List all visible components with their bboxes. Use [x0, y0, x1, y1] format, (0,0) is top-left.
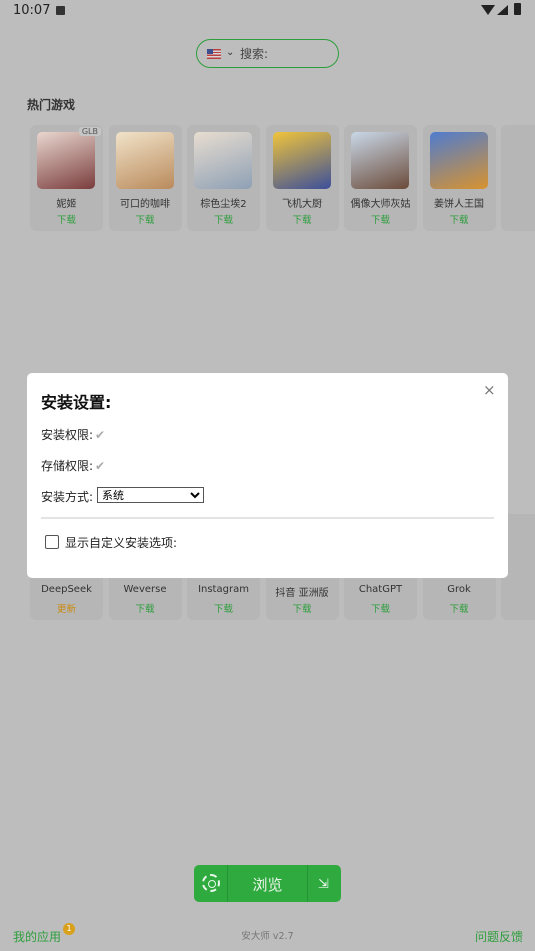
game-thumbnail[interactable] [194, 132, 252, 189]
custom-options-label: 显示自定义安装选项: [65, 536, 178, 550]
wifi-icon [481, 5, 495, 15]
storage-permission-label: 存储权限: [41, 459, 94, 473]
game-name: 妮姬 [56, 199, 77, 210]
battery-icon [514, 3, 521, 15]
check-icon: ✔ [95, 428, 106, 442]
game-thumbnail[interactable] [272, 132, 331, 189]
download-button[interactable]: 下载 [344, 212, 417, 226]
download-button[interactable]: 下载 [423, 601, 496, 615]
update-button[interactable]: 更新 [30, 601, 103, 615]
download-button[interactable]: 下载 [423, 212, 496, 226]
hot-games-title: 热门游戏 [27, 98, 76, 112]
game-card[interactable] [501, 125, 535, 231]
divider [41, 517, 494, 519]
download-button[interactable]: 下载 [344, 601, 417, 615]
browse-label[interactable]: 浏览 [228, 874, 307, 895]
check-icon: ✔ [95, 459, 106, 473]
game-name: 棕色尘埃2 [200, 199, 247, 210]
app-name: Instagram [198, 584, 249, 595]
chevron-down-icon[interactable]: ⌄ [226, 47, 234, 58]
game-name: 姜饼人王国 [434, 199, 484, 210]
download-button[interactable]: 下载 [266, 212, 339, 226]
gear-icon[interactable] [202, 874, 220, 892]
install-permission-row: 安装权限: ✔ [41, 426, 105, 443]
game-thumbnail[interactable] [429, 132, 488, 189]
game-card[interactable]: 姜饼人王国 下载 [422, 125, 496, 231]
game-card[interactable]: GLB 妮姬下载 [30, 125, 103, 231]
feedback-link[interactable]: 问题反馈 [475, 928, 523, 945]
notification-icon [56, 6, 65, 15]
close-icon[interactable]: × [483, 381, 496, 399]
expand-icon[interactable]: ⇲ [318, 877, 329, 892]
game-card[interactable]: 可口的咖啡 下载 [108, 125, 182, 231]
app-name: Weverse [123, 584, 167, 595]
game-name: 偶像大师灰姑 [350, 199, 411, 210]
status-time: 10:07 [13, 3, 51, 18]
download-button[interactable]: 下载 [30, 212, 103, 226]
game-card[interactable]: 偶像大师灰姑 下载 [344, 125, 417, 231]
download-button[interactable]: 下载 [109, 601, 182, 615]
game-thumbnail[interactable] [115, 132, 174, 189]
search-bar[interactable]: ⌄ [196, 39, 339, 68]
game-thumbnail[interactable] [37, 132, 95, 189]
download-button[interactable]: 下载 [109, 212, 182, 226]
app-name: DeepSeek [41, 584, 92, 595]
game-card[interactable]: 棕色尘埃2 下载 [187, 125, 260, 231]
signal-icon [497, 5, 508, 15]
download-button[interactable]: 下载 [187, 601, 260, 615]
divider [307, 865, 308, 902]
us-flag-icon[interactable] [207, 49, 221, 59]
game-name: 可口的咖啡 [120, 199, 170, 210]
region-badge: GLB [78, 127, 101, 136]
install-method-select[interactable]: 系统 [97, 487, 204, 503]
status-bar: 10:07 [0, 0, 535, 24]
install-settings-dialog: × 安装设置: 安装权限: ✔ 存储权限: ✔ 安装方式: 系统 显示自定义安装选项… [27, 373, 508, 578]
browse-button[interactable]: 浏览 ⇲ [194, 865, 341, 902]
version-text: 安大师 v2.7 [241, 931, 294, 942]
custom-options-checkbox[interactable] [45, 535, 59, 549]
game-name: 飞机大厨 [282, 199, 322, 210]
dialog-title: 安装设置: [41, 393, 112, 412]
game-thumbnail[interactable] [351, 132, 409, 189]
storage-permission-row: 存储权限: ✔ [41, 457, 105, 474]
hot-games-list: GLB 妮姬 下载 可口的咖啡 下载 棕色尘埃2 下载 飞机大厨 下载 偶像大师灰姑 下载 姜饼人王国… [30, 125, 535, 233]
app-name: 抖音 亚洲版 [275, 588, 329, 599]
install-permission-label: 安装权限: [41, 428, 94, 442]
install-method-label: 安装方式: [41, 490, 94, 504]
download-button[interactable]: 下载 [187, 212, 260, 226]
app-name: Grok [447, 584, 471, 595]
download-button[interactable]: 下载 [266, 601, 339, 615]
game-card[interactable]: 飞机大厨 下载 [265, 125, 339, 231]
search-input[interactable] [240, 45, 330, 63]
app-name: ChatGPT [358, 584, 403, 595]
